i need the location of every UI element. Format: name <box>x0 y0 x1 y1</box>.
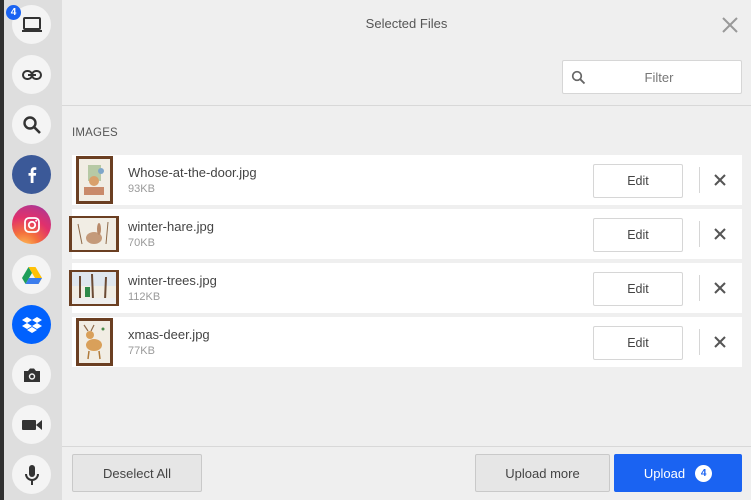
file-size: 77KB <box>128 345 155 357</box>
section-label-images: IMAGES <box>72 127 118 139</box>
panel-title: Selected Files <box>365 16 448 31</box>
source-video[interactable] <box>12 405 51 444</box>
remove-file-button[interactable] <box>712 172 728 188</box>
footer-divider <box>62 446 751 447</box>
microphone-icon <box>24 464 39 485</box>
file-size: 93KB <box>128 183 155 195</box>
file-thumbnail <box>69 265 119 311</box>
selected-count-badge: 4 <box>6 5 21 20</box>
source-dropbox[interactable] <box>12 305 51 344</box>
file-size: 112KB <box>128 291 161 303</box>
file-row: winter-hare.jpg 70KB Edit <box>69 209 742 259</box>
source-web-search[interactable] <box>12 105 51 144</box>
row-divider <box>699 329 700 355</box>
close-button[interactable] <box>719 14 741 36</box>
file-name: xmas-deer.jpg <box>128 327 210 342</box>
remove-file-button[interactable] <box>712 226 728 242</box>
close-icon <box>714 228 726 240</box>
file-name: winter-trees.jpg <box>128 273 217 288</box>
video-icon <box>21 419 42 430</box>
file-row: xmas-deer.jpg 77KB Edit <box>72 317 742 367</box>
source-camera[interactable] <box>12 355 51 394</box>
file-row: winter-trees.jpg 112KB Edit <box>69 263 742 313</box>
file-name: winter-hare.jpg <box>128 219 214 234</box>
source-google-drive[interactable] <box>12 255 51 294</box>
search-icon <box>571 70 586 85</box>
edit-button[interactable]: Edit <box>593 326 683 360</box>
selected-files-panel: Selected Files IMAGES Whose-at-the-door.… <box>62 0 751 500</box>
dropbox-icon <box>21 316 42 333</box>
file-list: Whose-at-the-door.jpg 93KB Edit winter-h… <box>69 155 742 371</box>
file-size: 70KB <box>128 237 155 249</box>
row-divider <box>699 167 700 193</box>
row-divider <box>699 221 700 247</box>
file-name: Whose-at-the-door.jpg <box>128 165 257 180</box>
file-thumbnail <box>72 156 116 204</box>
upload-label: Upload <box>643 465 686 481</box>
upload-more-button[interactable]: Upload more <box>475 454 610 492</box>
file-thumbnail <box>69 211 119 257</box>
search-icon <box>22 115 41 134</box>
edit-button[interactable]: Edit <box>593 272 683 306</box>
link-icon <box>21 69 42 80</box>
remove-file-button[interactable] <box>712 280 728 296</box>
source-facebook[interactable] <box>12 155 51 194</box>
edit-button[interactable]: Edit <box>593 218 683 252</box>
source-audio[interactable] <box>12 455 51 494</box>
close-icon <box>714 174 726 186</box>
header-divider <box>62 105 751 106</box>
source-sidebar: 4 <box>0 0 62 500</box>
row-divider <box>699 275 700 301</box>
upload-button[interactable]: Upload 4 <box>614 454 742 492</box>
source-instagram[interactable] <box>12 205 51 244</box>
close-icon <box>714 282 726 294</box>
google-drive-icon <box>21 266 42 284</box>
facebook-icon <box>28 166 36 183</box>
source-link[interactable] <box>12 55 51 94</box>
instagram-icon <box>23 216 40 233</box>
upload-count-badge: 4 <box>695 464 713 482</box>
close-icon <box>722 17 738 33</box>
close-icon <box>714 336 726 348</box>
file-row: Whose-at-the-door.jpg 93KB Edit <box>72 155 742 205</box>
laptop-icon <box>21 16 42 32</box>
deselect-all-button[interactable]: Deselect All <box>72 454 202 492</box>
filter-field[interactable] <box>562 60 742 94</box>
remove-file-button[interactable] <box>712 334 728 350</box>
filter-input[interactable] <box>563 61 741 93</box>
file-thumbnail <box>72 318 116 366</box>
camera-icon <box>23 368 40 382</box>
edit-button[interactable]: Edit <box>593 164 683 198</box>
